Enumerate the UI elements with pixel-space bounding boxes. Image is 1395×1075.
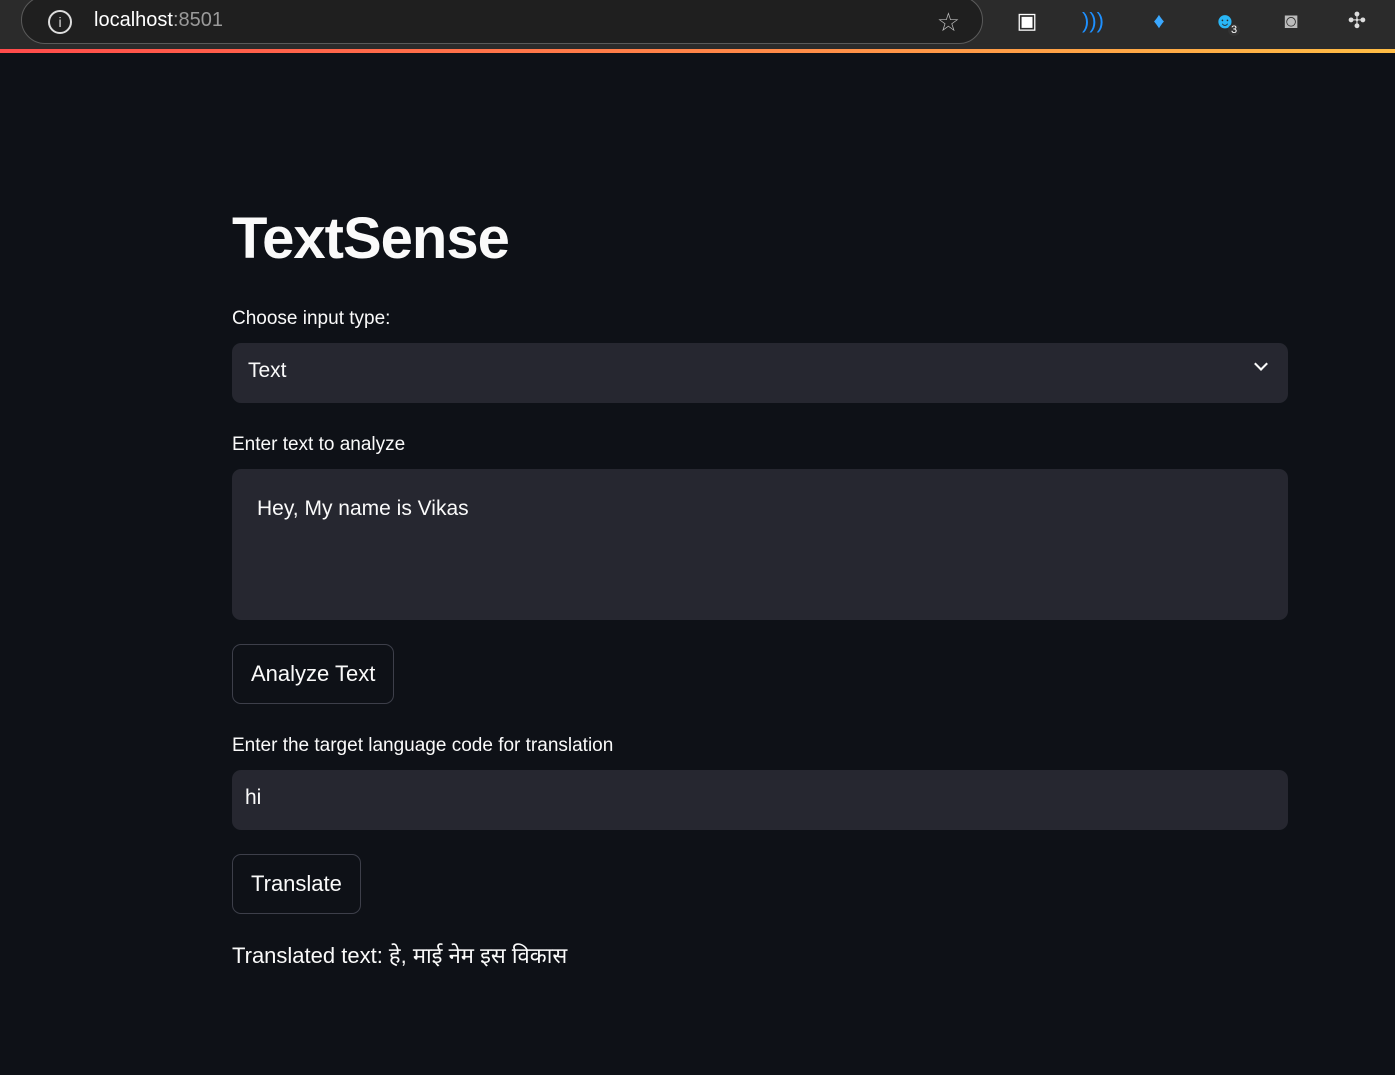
read-aloud-icon[interactable]: ))) [1078,8,1108,34]
input-type-select[interactable]: Text [232,343,1288,403]
extensions-puzzle-icon[interactable]: ✣ [1342,8,1372,34]
info-icon[interactable]: i [48,10,72,34]
streamlit-header-bar [0,49,1395,53]
page-title: TextSense [232,206,510,271]
text-analyze-textarea[interactable]: Hey, My name is Vikas [232,469,1288,620]
translate-button[interactable]: Translate [232,854,361,914]
address-bar[interactable]: i localhost:8501 ☆ [21,0,983,44]
analyze-text-button[interactable]: Analyze Text [232,644,395,704]
ghost-extension-icon[interactable]: ☻ 3 [1210,8,1241,36]
language-code-label: Enter the target language code for trans… [232,735,614,756]
translated-text: Translated text: हे, माई नेम इस विकास [232,943,568,968]
chevron-down-icon [1254,357,1268,371]
text-input-label: Enter text to analyze [232,434,406,455]
input-type-label: Choose input type: [232,308,391,329]
gem-extension-icon[interactable]: ♦ [1144,8,1174,34]
url-text: localhost:8501 [94,9,223,31]
browser-toolbar: i localhost:8501 ☆ ▣ ))) ♦ ☻ 3 ◙ ✣ [0,0,1395,50]
bookmark-star-icon[interactable]: ☆ [937,7,960,38]
language-code-input[interactable]: hi [232,770,1288,830]
picture-in-picture-icon[interactable]: ▣ [1012,8,1042,34]
camera-icon[interactable]: ◙ [1276,8,1306,34]
